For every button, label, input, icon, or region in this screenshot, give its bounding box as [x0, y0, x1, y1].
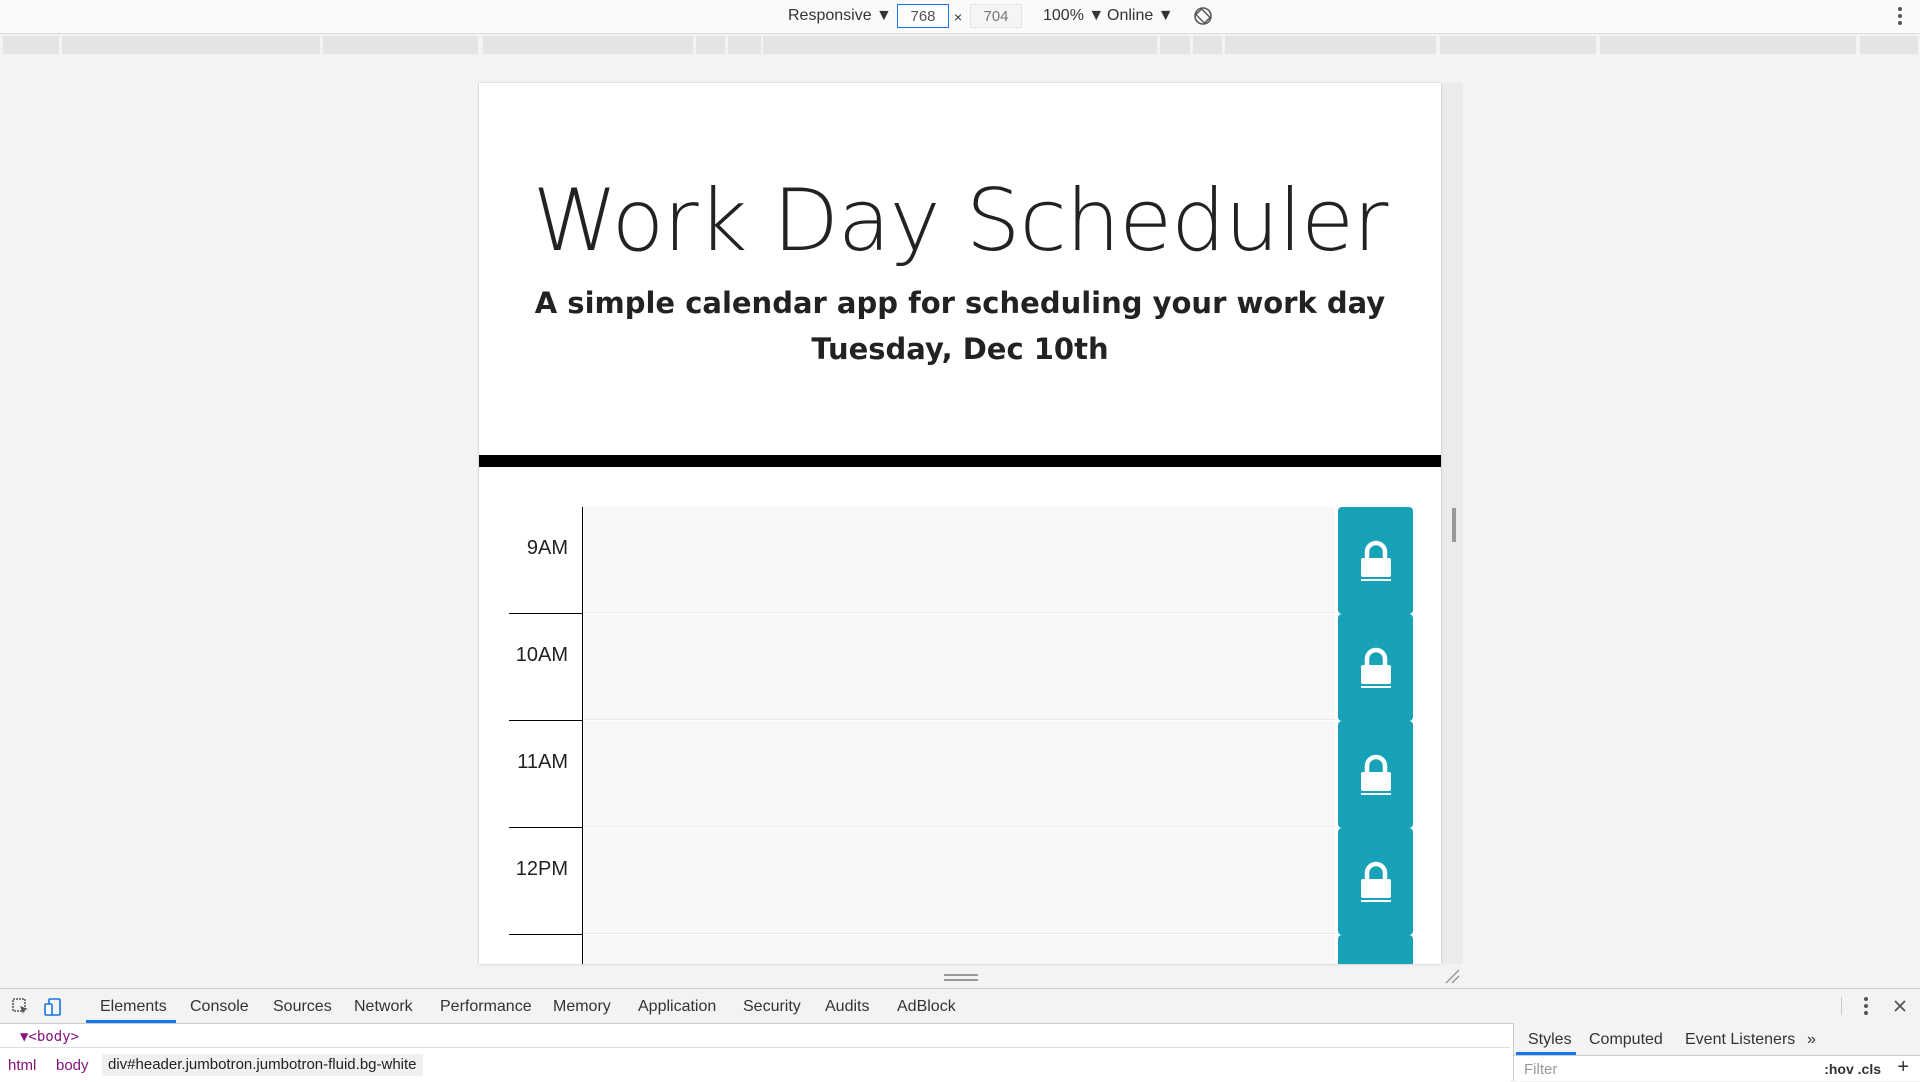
header-jumbotron: Work Day Scheduler A simple calendar app…	[479, 83, 1441, 455]
lock-icon	[1360, 754, 1391, 795]
task-textarea[interactable]	[584, 507, 1335, 613]
lock-icon	[1360, 540, 1391, 581]
new-style-rule-icon[interactable]: +	[1897, 1056, 1909, 1079]
toolbar-divider	[1841, 997, 1842, 1015]
task-textarea[interactable]	[584, 828, 1335, 934]
tab-performance[interactable]: Performance	[440, 998, 532, 1016]
hour-label: 10AM	[509, 614, 583, 721]
tab-computed[interactable]: Computed	[1589, 1031, 1663, 1049]
page-lead: A simple calendar app for scheduling you…	[534, 286, 1386, 320]
styles-tabbar: Styles Computed Event Listeners »	[1514, 1023, 1920, 1056]
viewport-height-input[interactable]: 704	[970, 4, 1022, 28]
save-button[interactable]	[1338, 507, 1413, 614]
hour-label: 9AM	[509, 507, 583, 614]
tab-sources[interactable]: Sources	[273, 998, 332, 1016]
styles-filter-input[interactable]: Filter	[1524, 1061, 1557, 1078]
media-query-bar[interactable]	[0, 36, 1920, 56]
tab-security[interactable]: Security	[743, 998, 801, 1016]
save-button[interactable]	[1338, 935, 1413, 964]
tab-audits[interactable]: Audits	[825, 998, 869, 1016]
save-button[interactable]	[1338, 721, 1413, 828]
task-textarea[interactable]	[584, 614, 1335, 720]
hour-label: 12PM	[509, 828, 583, 935]
tab-event-listeners[interactable]: Event Listeners	[1685, 1031, 1795, 1049]
viewport-resize-handle[interactable]	[1452, 508, 1456, 542]
time-block: 11AM	[509, 721, 1413, 828]
tab-application[interactable]: Application	[638, 998, 716, 1016]
time-block-list: 9AM 10AM 11AM 12PM	[509, 507, 1413, 964]
dom-tree-line[interactable]: ▼<body>	[20, 1029, 79, 1045]
more-tabs-icon[interactable]: »	[1807, 1031, 1816, 1049]
dimension-separator: ×	[954, 9, 963, 25]
tab-network[interactable]: Network	[354, 998, 413, 1016]
breadcrumb-header[interactable]: div#header.jumbotron.jumbotron-fluid.bg-…	[102, 1054, 423, 1076]
hov-cls-toggle[interactable]: :hov .cls	[1824, 1061, 1881, 1077]
save-button[interactable]	[1338, 828, 1413, 935]
close-icon[interactable]	[1894, 1000, 1906, 1012]
tab-elements[interactable]: Elements	[100, 998, 167, 1016]
breadcrumb: html body div#header.jumbotron.jumbotron…	[0, 1047, 1510, 1082]
time-block: 9AM	[509, 507, 1413, 614]
tab-memory[interactable]: Memory	[553, 998, 611, 1016]
time-block	[509, 935, 1413, 964]
breadcrumb-body[interactable]: body	[56, 1057, 89, 1074]
tab-console[interactable]: Console	[190, 998, 249, 1016]
hour-label: 11AM	[509, 721, 583, 828]
active-tab-indicator	[86, 1020, 176, 1023]
more-options-icon[interactable]	[1898, 7, 1902, 28]
time-block: 12PM	[509, 828, 1413, 935]
devtools-tabbar: Elements Console Sources Network Perform…	[0, 989, 1920, 1024]
devtools-panel: Elements Console Sources Network Perform…	[0, 988, 1920, 1082]
corner-resize-icon[interactable]	[1444, 968, 1460, 984]
tab-styles[interactable]: Styles	[1528, 1031, 1572, 1049]
devtools-menu-icon[interactable]	[1864, 997, 1868, 1015]
zoom-select[interactable]: 100% ▼	[1043, 7, 1104, 25]
tab-adblock[interactable]: AdBlock	[897, 998, 956, 1016]
network-throttle-select[interactable]: Online ▼	[1107, 7, 1174, 25]
styles-tab-indicator	[1516, 1052, 1576, 1055]
device-toolbar: Responsive ▼ 768 × 704 100% ▼ Online ▼	[0, 0, 1920, 34]
viewport-width-input[interactable]: 768	[897, 4, 949, 28]
device-toolbar-icon[interactable]	[44, 998, 62, 1016]
lock-icon	[1360, 861, 1391, 902]
time-block: 10AM	[509, 614, 1413, 721]
current-day: Tuesday, Dec 10th	[811, 332, 1109, 366]
task-textarea[interactable]	[584, 721, 1335, 827]
styles-pane: Styles Computed Event Listeners » Filter…	[1513, 1023, 1920, 1081]
header-divider	[479, 455, 1441, 467]
hour-label	[509, 935, 583, 964]
task-textarea[interactable]	[584, 935, 1335, 964]
rotate-icon[interactable]	[1193, 6, 1213, 26]
viewport-bottom-resize-handle[interactable]	[944, 974, 978, 982]
page-viewport: Work Day Scheduler A simple calendar app…	[479, 83, 1441, 964]
lock-icon	[1360, 647, 1391, 688]
inspect-element-icon[interactable]	[12, 998, 30, 1016]
save-button[interactable]	[1338, 614, 1413, 721]
breadcrumb-html[interactable]: html	[8, 1057, 36, 1074]
device-select[interactable]: Responsive ▼	[788, 7, 892, 25]
page-title: Work Day Scheduler	[532, 171, 1389, 271]
